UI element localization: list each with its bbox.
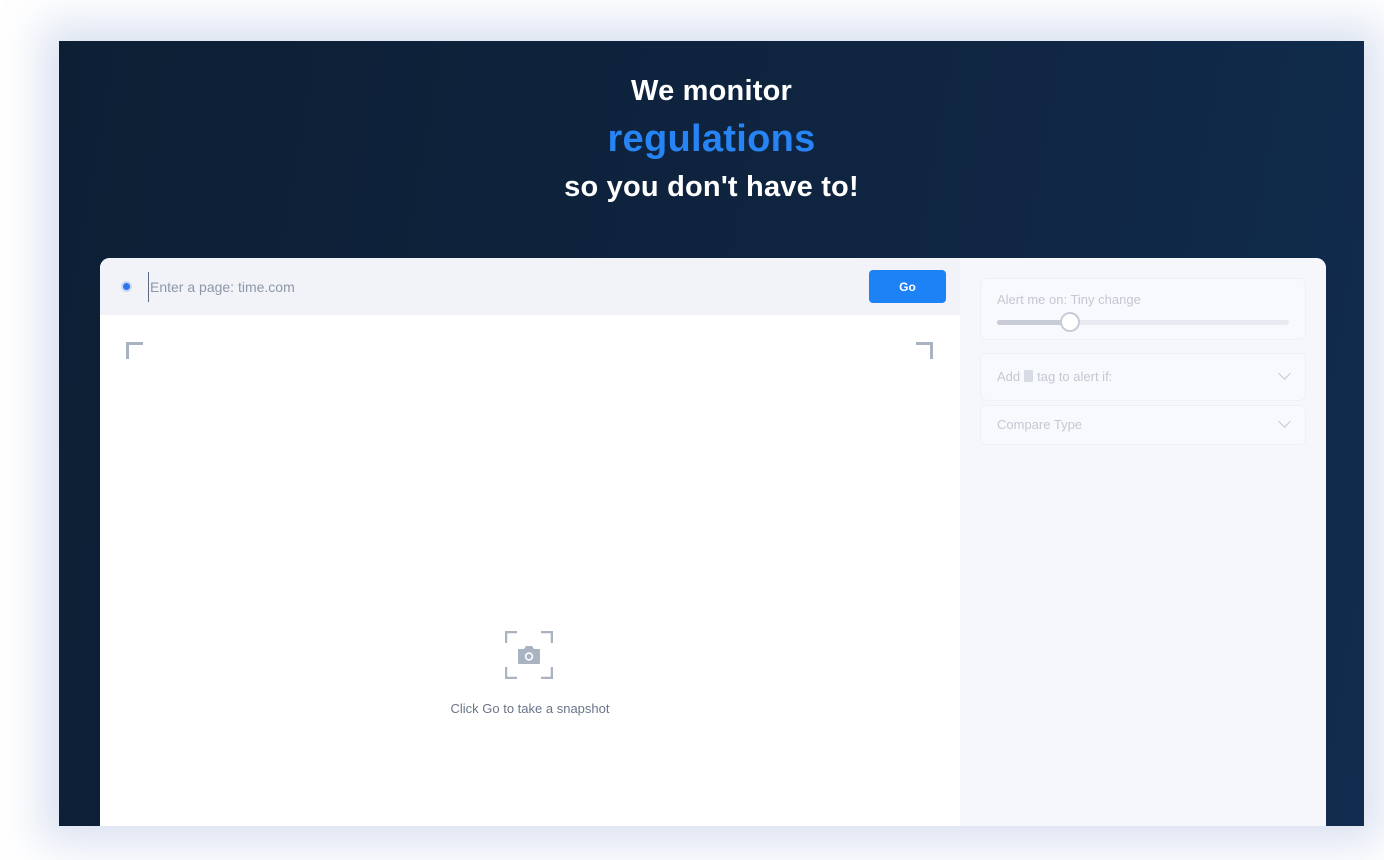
url-bar: Go xyxy=(100,258,960,315)
compare-type-dropdown[interactable]: Compare Type xyxy=(980,405,1306,445)
snapshot-hint: Click Go to take a snapshot xyxy=(450,701,610,716)
status-dot-icon xyxy=(121,281,132,292)
frame-corner-top-right xyxy=(916,342,933,359)
camera-icon xyxy=(505,631,553,679)
tag-label-add: Add xyxy=(997,369,1021,384)
headline: We monitor regulations so you don't have… xyxy=(59,71,1364,207)
page-frame: We monitor regulations so you don't have… xyxy=(0,0,1384,860)
alert-sensitivity-slider[interactable] xyxy=(997,312,1289,332)
headline-line-1: We monitor xyxy=(631,75,792,107)
go-button[interactable]: Go xyxy=(869,270,946,303)
tag-label-rest: tag to alert if: xyxy=(1037,369,1113,384)
chevron-down-icon xyxy=(1278,415,1291,428)
hero-section: We monitor regulations so you don't have… xyxy=(59,41,1364,826)
snapshot-pane: Go Click Go t xyxy=(100,258,960,826)
tag-icon xyxy=(1024,370,1034,382)
headline-highlight: regulations xyxy=(607,118,816,160)
alert-sensitivity-panel: Alert me on: Tiny change xyxy=(980,278,1306,340)
settings-pane: Alert me on: Tiny change Add tag to alert… xyxy=(960,258,1326,826)
alert-sensitivity-label: Alert me on: Tiny change xyxy=(997,292,1141,307)
compare-type-label: Compare Type xyxy=(997,417,1083,432)
tag-alert-label: Add tag to alert if: xyxy=(997,369,1112,384)
headline-line-3: so you don't have to! xyxy=(564,171,859,203)
slider-thumb[interactable] xyxy=(1060,312,1080,332)
tag-alert-dropdown[interactable]: Add tag to alert if: xyxy=(980,353,1306,401)
page-url-input[interactable] xyxy=(148,272,848,302)
monitor-card: Go Click Go t xyxy=(100,258,1326,826)
frame-corner-top-left xyxy=(126,342,143,359)
chevron-down-icon xyxy=(1278,367,1291,380)
